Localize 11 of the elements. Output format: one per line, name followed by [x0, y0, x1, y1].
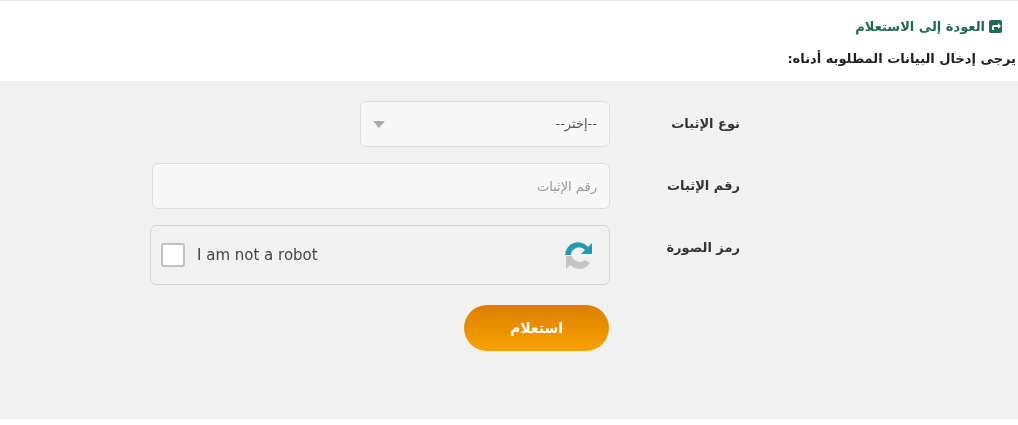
captcha-checkbox[interactable] — [161, 243, 185, 267]
dropdown-caret-icon — [373, 120, 385, 128]
input-field[interactable]: رقم الإثبات — [152, 163, 610, 209]
captcha-label: I am not a robot — [197, 244, 318, 266]
field-label: رقم الإثبات — [666, 177, 740, 195]
field-label: رمز الصورة — [665, 239, 740, 257]
select-dropdown[interactable]: --إختر-- — [360, 101, 610, 147]
instruction-text: يرجى إدخال البيانات المطلوبه أدناه: — [787, 49, 1016, 68]
back-link[interactable]: العودة إلى الاستعلام — [855, 17, 1002, 37]
field-label: نوع الإثبات — [670, 115, 740, 133]
redo-arrow-icon — [989, 20, 1002, 34]
